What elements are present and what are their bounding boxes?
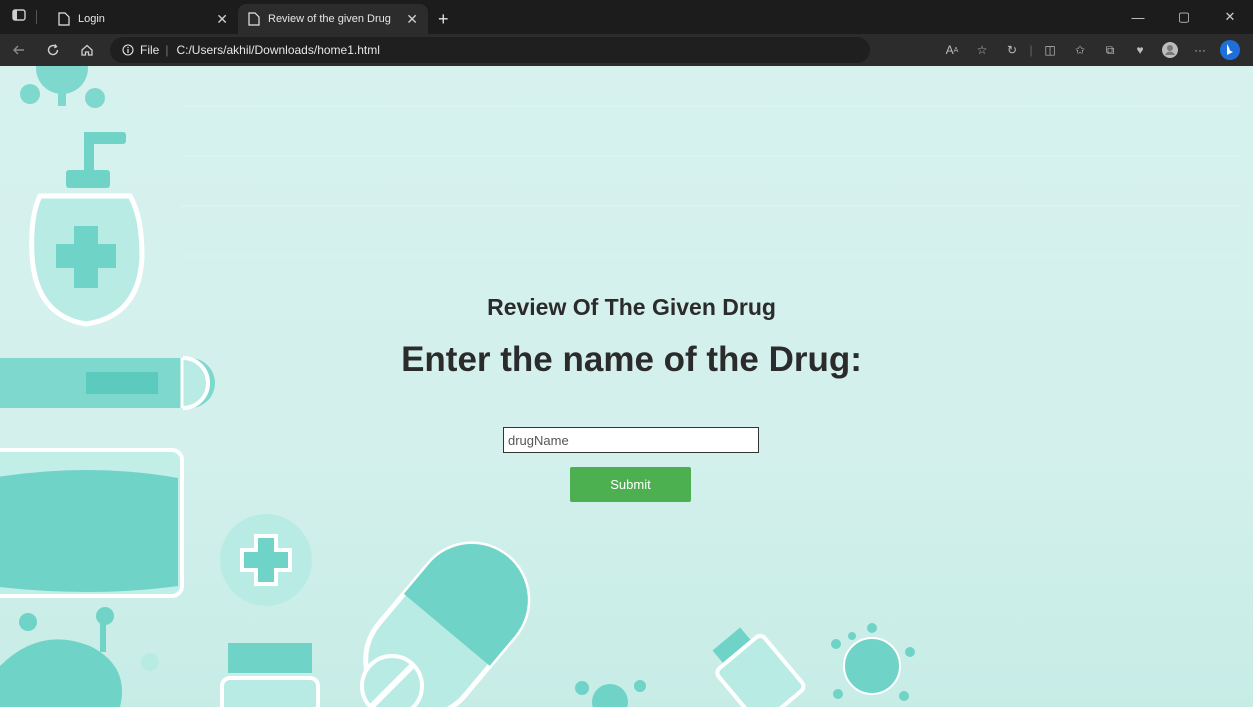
tab-actions-icon[interactable] <box>11 8 26 27</box>
read-aloud-icon[interactable]: AA <box>937 36 967 64</box>
window-controls: — ▢ ✕ <box>1115 0 1253 34</box>
url-text: C:/Users/akhil/Downloads/home1.html <box>176 43 380 57</box>
tab-separator <box>35 10 37 24</box>
split-screen-icon[interactable]: ◫ <box>1035 36 1065 64</box>
tab-label: Review of the given Drug <box>268 13 391 25</box>
collections-icon[interactable]: ⧉ <box>1095 36 1125 64</box>
refresh-icon[interactable] <box>38 36 68 64</box>
close-icon[interactable]: ✕ <box>216 11 228 28</box>
close-window-icon[interactable]: ✕ <box>1207 9 1253 25</box>
tab-review-drug[interactable]: Review of the given Drug ✕ <box>238 4 428 34</box>
profile-avatar-icon[interactable] <box>1155 36 1185 64</box>
review-form-area: Review Of The Given Drug Enter the name … <box>0 66 1253 707</box>
submit-button[interactable]: Submit <box>570 467 691 502</box>
close-icon[interactable]: ✕ <box>406 11 418 28</box>
browser-titlebar: Login ✕ Review of the given Drug ✕ + — ▢… <box>0 0 1253 34</box>
tab-login[interactable]: Login ✕ <box>48 4 238 34</box>
minimize-icon[interactable]: — <box>1115 10 1161 25</box>
restore-icon[interactable]: ▢ <box>1161 9 1207 25</box>
refresh-extension-icon[interactable]: ↻ <box>997 36 1027 64</box>
browser-toolbar: File | C:/Users/akhil/Downloads/home1.ht… <box>0 34 1253 66</box>
page-title: Review Of The Given Drug <box>487 294 776 320</box>
drug-name-input[interactable] <box>503 427 759 453</box>
favorite-star-icon[interactable]: ☆ <box>967 36 997 64</box>
address-bar[interactable]: File | C:/Users/akhil/Downloads/home1.ht… <box>110 37 870 63</box>
toolbar-icons: AA ☆ ↻ | ◫ ✩ ⧉ ♥ ··· <box>937 34 1245 66</box>
tab-actions <box>0 0 48 34</box>
toolbar-separator: | <box>1029 43 1033 57</box>
form-heading: Enter the name of the Drug: <box>401 340 862 379</box>
page-icon <box>58 12 70 26</box>
home-icon[interactable] <box>72 36 102 64</box>
more-menu-icon[interactable]: ··· <box>1185 36 1215 64</box>
new-tab-button[interactable]: + <box>428 4 459 34</box>
address-separator: | <box>165 43 169 57</box>
page-icon <box>248 12 260 26</box>
health-heart-icon[interactable]: ♥ <box>1125 36 1155 64</box>
back-icon[interactable] <box>4 36 34 64</box>
bing-copilot-icon[interactable] <box>1215 36 1245 64</box>
info-icon[interactable] <box>122 44 134 56</box>
scheme-label: File <box>140 43 160 57</box>
tab-label: Login <box>78 13 105 25</box>
page-viewport: Review Of The Given Drug Enter the name … <box>0 66 1253 707</box>
favorites-icon[interactable]: ✩ <box>1065 36 1095 64</box>
